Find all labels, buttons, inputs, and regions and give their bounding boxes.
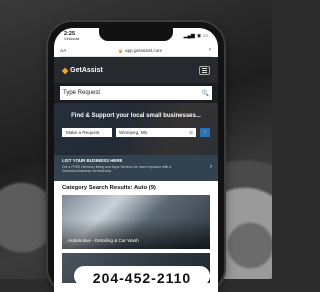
search-icon[interactable]: 🔍 (202, 90, 209, 97)
status-carrier: GetAssist (64, 37, 80, 41)
phone-notch (99, 28, 173, 41)
list-business-description: Get a FREE Directory listing and Apps Ve… (62, 165, 172, 173)
search-placeholder: Type Request (63, 90, 101, 96)
results-title: Category Search Results: Auto (9) (62, 185, 156, 191)
site-content: ◆ GetAssist Type Request 🔍 Find & Suppor… (54, 57, 218, 287)
lock-icon: 🔒 (118, 47, 124, 53)
signal-icon: ▂▄▆ (183, 33, 195, 39)
browser-url-bar[interactable]: AA 🔒 app.getassist.com ⇧ (60, 44, 212, 57)
logo-text: GetAssist (70, 66, 103, 74)
category-card[interactable]: Automotive - Detailing & Car Wash (62, 195, 210, 249)
search-input[interactable]: Type Request 🔍 (60, 86, 212, 100)
battery-icon: ▭ (203, 33, 208, 39)
submit-button[interactable]: › (200, 128, 210, 137)
site-logo[interactable]: ◆ GetAssist (62, 66, 103, 75)
location-pin-icon: ⊙ (189, 129, 193, 135)
share-icon[interactable]: ⇧ (208, 47, 212, 53)
location-value: Winnipeg, Mb. (119, 130, 149, 135)
hero-banner: Find & Support your local small business… (54, 103, 218, 155)
hamburger-menu-button[interactable] (199, 65, 210, 75)
url-text[interactable]: 🔒 app.getassist.com (72, 48, 208, 53)
phone-screen: 2:25 GetAssist ▂▄▆ ◉ ▭ AA 🔒 app.getassist… (54, 28, 218, 292)
make-request-field[interactable]: Make a Request (62, 128, 112, 137)
site-header: ◆ GetAssist (54, 57, 218, 83)
url-value: app.getassist.com (125, 47, 163, 53)
hero-title: Find & Support your local small business… (71, 113, 201, 119)
phone-number-banner: 204-452-2110 (74, 266, 210, 286)
reader-button[interactable]: AA (60, 48, 72, 53)
category-card-label: Automotive - Detailing & Car Wash (68, 238, 139, 243)
wifi-icon: ◉ (196, 33, 202, 39)
chevron-right-icon: › (210, 164, 212, 170)
request-form: Make a Request Winnipeg, Mb. ⊙ › (62, 128, 210, 137)
list-business-banner[interactable]: LIST YOUR BUSINESS HERE Get a FREE Direc… (54, 155, 218, 181)
logo-mark-icon: ◆ (62, 65, 69, 75)
list-business-heading: LIST YOUR BUSINESS HERE (62, 158, 123, 163)
phone-mockup: 2:25 GetAssist ▂▄▆ ◉ ▭ AA 🔒 app.getassist… (48, 22, 224, 292)
location-field[interactable]: Winnipeg, Mb. ⊙ (116, 128, 196, 137)
